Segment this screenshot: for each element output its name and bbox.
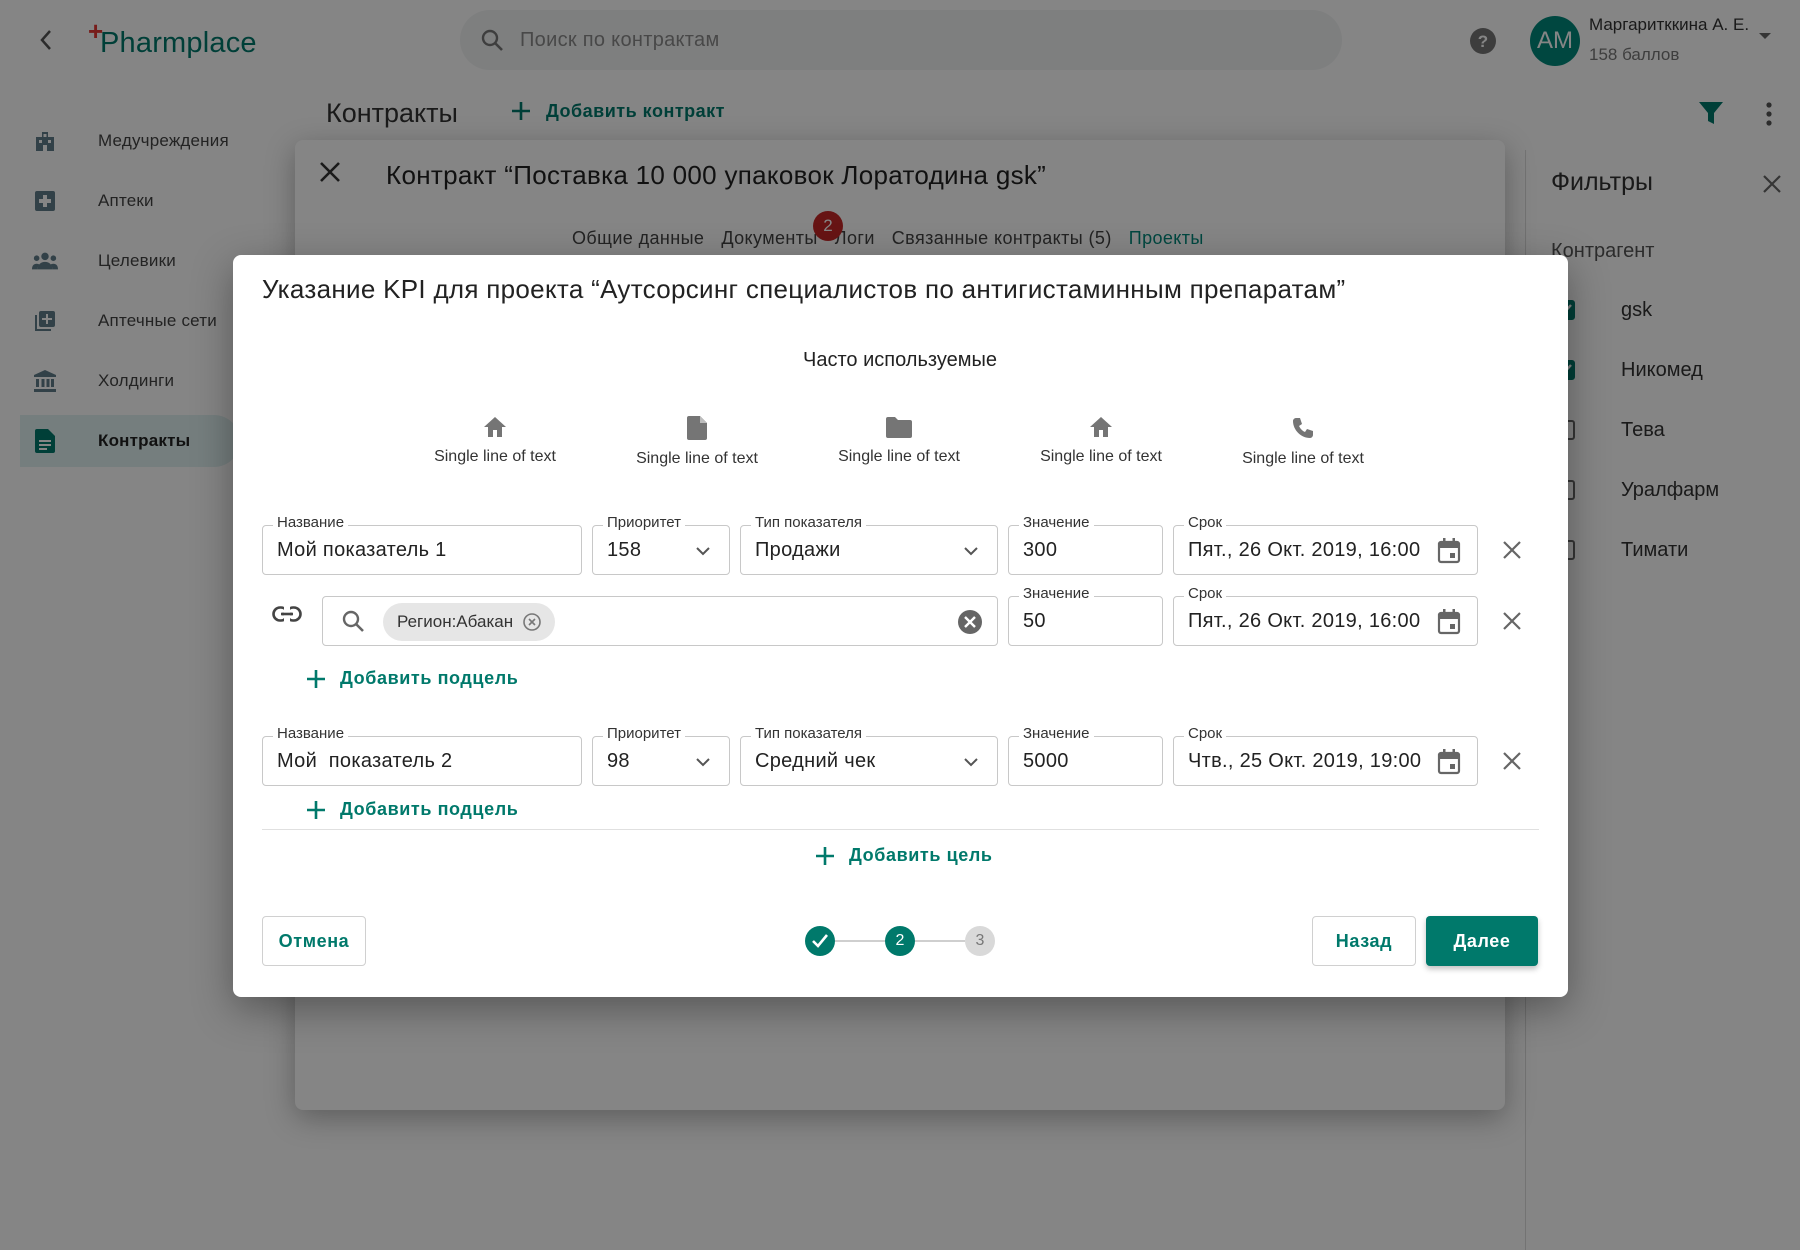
value-field[interactable]: Значение 300 xyxy=(1008,514,1163,575)
frequent-item-label: Single line of text xyxy=(1040,448,1162,465)
field-value: 50 xyxy=(1023,610,1046,632)
add-subgoal-button[interactable]: Добавить подцель xyxy=(306,668,518,689)
chevron-down-icon xyxy=(964,547,978,556)
field-label: Значение xyxy=(1019,514,1094,531)
subgoal-filter-input[interactable]: Регион:Абакан xyxy=(322,596,998,646)
home-icon xyxy=(484,417,506,437)
add-goal-label: Добавить цель xyxy=(849,845,993,865)
plus-icon xyxy=(816,846,834,865)
frequent-item[interactable]: Single line of text xyxy=(1006,416,1196,466)
home-icon xyxy=(1090,417,1112,437)
region-chip[interactable]: Регион:Абакан xyxy=(383,603,556,641)
priority-select[interactable]: Приоритет 98 xyxy=(592,725,730,786)
calendar-icon[interactable] xyxy=(1437,538,1461,564)
chevron-down-icon xyxy=(696,758,710,767)
subgoal-deadline-field[interactable]: Срок Пят., 26 Окт. 2019, 16:00 xyxy=(1173,585,1478,646)
chip-remove-icon[interactable] xyxy=(523,613,541,631)
cancel-button[interactable]: Отмена xyxy=(262,916,366,966)
phone-icon xyxy=(1293,418,1313,438)
field-label: Срок xyxy=(1184,585,1227,602)
step-1-done xyxy=(805,926,835,956)
frequent-item-label: Single line of text xyxy=(838,448,960,465)
frequent-item-label: Single line of text xyxy=(1242,450,1364,467)
priority-select[interactable]: Приоритет 158 xyxy=(592,514,730,575)
deadline-field[interactable]: Срок Пят., 26 Окт. 2019, 16:00 xyxy=(1173,514,1478,575)
field-value: Мой показатель 1 xyxy=(277,539,447,561)
field-value: Мой показатель 2 xyxy=(277,750,453,772)
add-subgoal-label: Добавить подцель xyxy=(340,668,519,688)
field-label: Срок xyxy=(1184,514,1227,531)
field-value: Средний чек xyxy=(755,750,876,772)
field-label: Тип показателя xyxy=(751,725,867,742)
divider xyxy=(262,829,1539,830)
stepper: 2 3 xyxy=(805,926,995,956)
field-label: Срок xyxy=(1184,725,1227,742)
chevron-down-icon xyxy=(964,758,978,767)
remove-subgoal-icon[interactable] xyxy=(1498,607,1526,635)
field-label: Приоритет xyxy=(603,514,685,531)
deadline-field[interactable]: Срок Чтв., 25 Окт. 2019, 19:00 xyxy=(1173,725,1478,786)
field-label: Значение xyxy=(1019,725,1094,742)
search-icon xyxy=(342,610,364,632)
add-goal-button[interactable]: Добавить цель xyxy=(815,845,993,866)
remove-goal-icon[interactable] xyxy=(1498,536,1526,564)
calendar-icon[interactable] xyxy=(1437,609,1461,635)
chevron-down-icon xyxy=(696,547,710,556)
frequent-item-label: Single line of text xyxy=(434,448,556,465)
link-icon[interactable] xyxy=(272,606,302,622)
field-label: Значение xyxy=(1019,585,1094,602)
field-value: 158 xyxy=(607,539,642,561)
stepper-line xyxy=(835,940,885,942)
kpi-type-select[interactable]: Тип показателя Средний чек xyxy=(740,725,998,786)
frequent-item-label: Single line of text xyxy=(636,450,758,467)
frequent-item[interactable]: Single line of text xyxy=(1208,416,1398,468)
field-value: 98 xyxy=(607,750,630,772)
field-label: Название xyxy=(273,514,349,531)
stepper-line xyxy=(915,940,965,942)
check-icon xyxy=(812,934,828,948)
next-button[interactable]: Далее xyxy=(1426,916,1538,966)
field-value: Продажи xyxy=(755,539,841,561)
step-3-pending: 3 xyxy=(965,926,995,956)
field-value: Чтв., 25 Окт. 2019, 19:00 xyxy=(1188,750,1422,772)
subgoal-value-field[interactable]: Значение 50 xyxy=(1008,585,1163,646)
kpi-type-select[interactable]: Тип показателя Продажи xyxy=(740,514,998,575)
calendar-icon[interactable] xyxy=(1437,749,1461,775)
frequent-item[interactable]: Single line of text xyxy=(602,416,792,468)
field-label: Тип показателя xyxy=(751,514,867,531)
add-subgoal-label: Добавить подцель xyxy=(340,799,519,819)
remove-goal-icon[interactable] xyxy=(1498,747,1526,775)
field-label: Название xyxy=(273,725,349,742)
folder-icon xyxy=(886,417,912,438)
step-2-current: 2 xyxy=(885,926,915,956)
file-icon xyxy=(687,416,707,440)
plus-icon xyxy=(307,669,325,688)
chip-label: Регион:Абакан xyxy=(397,612,514,631)
goal-name-field[interactable]: Название Мой показатель 2 xyxy=(262,725,582,786)
field-value: 5000 xyxy=(1023,750,1069,772)
value-field[interactable]: Значение 5000 xyxy=(1008,725,1163,786)
field-label: Приоритет xyxy=(603,725,685,742)
frequent-item[interactable]: Single line of text xyxy=(804,416,994,466)
goal-name-field[interactable]: Название Мой показатель 1 xyxy=(262,514,582,575)
kpi-dialog-title: Указание KPI для проекта “Аутсорсинг спе… xyxy=(262,274,1346,304)
clear-icon[interactable] xyxy=(957,609,983,635)
plus-icon xyxy=(307,800,325,819)
field-value: Пят., 26 Окт. 2019, 16:00 xyxy=(1188,539,1421,561)
frequent-item[interactable]: Single line of text xyxy=(400,416,590,466)
field-value: Пят., 26 Окт. 2019, 16:00 xyxy=(1188,610,1421,632)
field-value: 300 xyxy=(1023,539,1058,561)
frequent-title: Часто используемые xyxy=(803,349,997,371)
back-button[interactable]: Назад xyxy=(1312,916,1416,966)
add-subgoal-button[interactable]: Добавить подцель xyxy=(306,799,518,820)
